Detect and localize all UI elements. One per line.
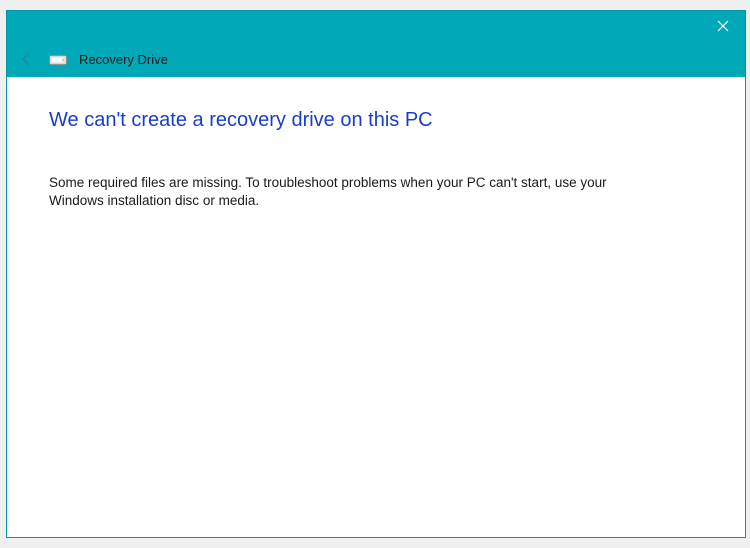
titlebar xyxy=(7,11,745,41)
error-message: Some required files are missing. To trou… xyxy=(49,174,639,210)
back-arrow-icon xyxy=(19,51,35,67)
wizard-title: Recovery Drive xyxy=(79,52,168,67)
content-area: We can't create a recovery drive on this… xyxy=(7,77,745,537)
back-button xyxy=(17,49,37,69)
error-heading: We can't create a recovery drive on this… xyxy=(49,109,703,132)
close-button[interactable] xyxy=(700,11,745,41)
drive-icon xyxy=(49,52,67,66)
recovery-drive-window: Recovery Drive We can't create a recover… xyxy=(6,10,746,538)
close-icon xyxy=(717,20,729,32)
wizard-header: Recovery Drive xyxy=(7,41,745,77)
